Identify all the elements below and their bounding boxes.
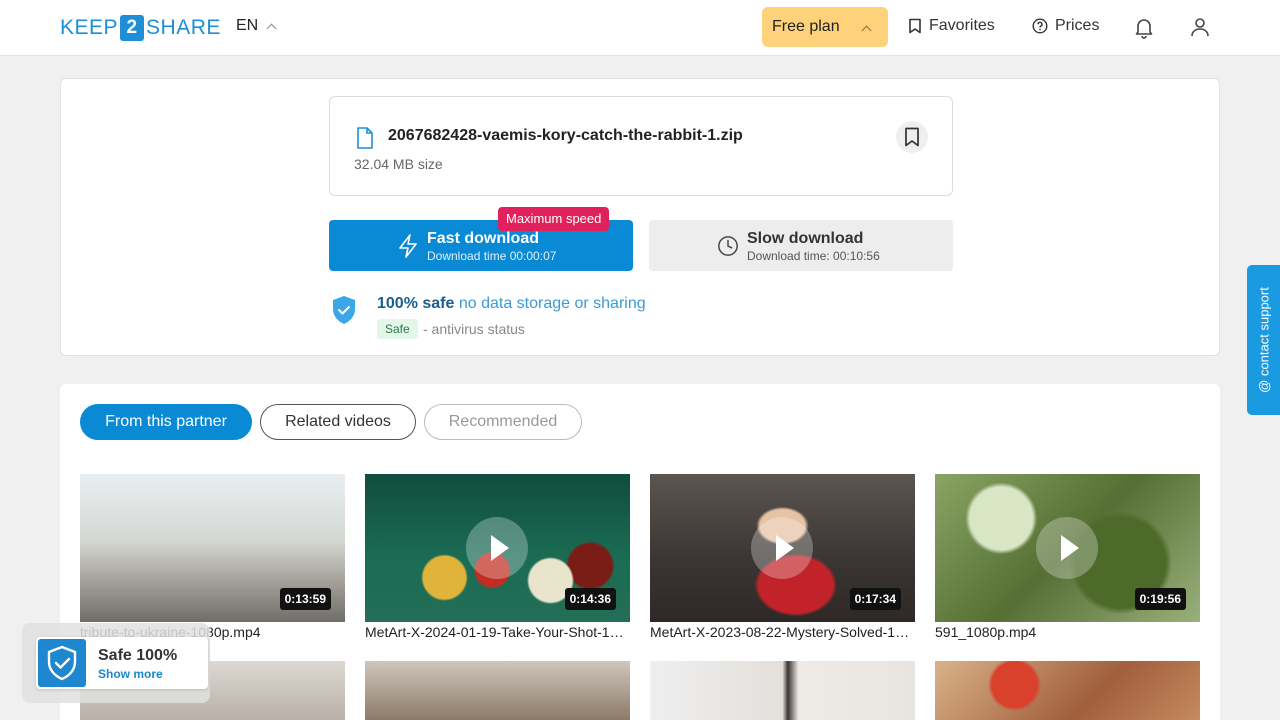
top-header: KEEP 2 SHARE EN Free plan Favorites Prices <box>0 0 1280 56</box>
maximum-speed-badge: Maximum speed <box>498 207 610 231</box>
video-thumbnail[interactable] <box>365 661 630 720</box>
video-thumbnail[interactable] <box>935 661 1200 720</box>
shield-icon-box <box>38 639 86 687</box>
video-thumbnail[interactable] <box>650 661 915 720</box>
safe-status-badge: Safe <box>377 319 418 339</box>
language-label: EN <box>236 17 259 34</box>
lightning-icon <box>399 234 417 258</box>
slow-download-button[interactable]: Slow download Download time: 00:10:56 <box>649 220 953 271</box>
site-logo[interactable]: KEEP 2 SHARE <box>60 15 221 41</box>
bookmark-icon <box>909 18 921 34</box>
fast-download-time: Download time 00:00:07 <box>427 249 557 263</box>
play-icon <box>751 517 813 579</box>
bell-icon[interactable] <box>1132 15 1156 39</box>
safety-statement: 100% safe no data storage or sharing <box>377 295 646 312</box>
play-icon <box>466 517 528 579</box>
help-circle-icon <box>1032 18 1048 34</box>
file-size: 32.04 MB size <box>354 156 443 172</box>
contact-support-tab[interactable]: @ contact support <box>1247 265 1280 415</box>
chevron-up-icon <box>861 25 872 36</box>
prices-link[interactable]: Prices <box>1032 17 1099 35</box>
shield-check-icon <box>333 296 355 324</box>
download-card: 2067682428-vaemis-kory-catch-the-rabbit-… <box>60 78 1220 356</box>
clock-icon <box>718 236 738 256</box>
fast-download-title: Fast download <box>427 230 539 247</box>
video-duration: 0:13:59 <box>279 588 331 610</box>
file-info-box: 2067682428-vaemis-kory-catch-the-rabbit-… <box>329 96 953 196</box>
bookmark-icon <box>905 127 919 147</box>
file-name: 2067682428-vaemis-kory-catch-the-rabbit-… <box>388 127 743 144</box>
video-title[interactable]: MetArt-X-2023-08-22-Mystery-Solved-1080p… <box>650 624 915 640</box>
tab-recommended[interactable]: Recommended <box>424 404 582 440</box>
show-more-link[interactable]: Show more <box>98 667 163 681</box>
slow-download-time: Download time: 00:10:56 <box>747 249 880 263</box>
language-selector[interactable]: EN <box>236 17 277 35</box>
chevron-up-icon <box>266 23 277 33</box>
favorites-link[interactable]: Favorites <box>908 17 995 35</box>
tab-from-this-partner[interactable]: From this partner <box>80 404 252 440</box>
slow-download-title: Slow download <box>747 230 864 247</box>
shield-check-icon <box>47 645 77 681</box>
video-duration: 0:14:36 <box>564 588 616 610</box>
video-thumbnail[interactable]: 0:13:59 <box>80 474 345 622</box>
play-icon <box>1036 517 1098 579</box>
antivirus-status-label: - antivirus status <box>423 321 525 337</box>
free-plan-button[interactable]: Free plan <box>762 7 888 47</box>
video-thumbnail[interactable]: 0:14:36 <box>365 474 630 622</box>
user-icon[interactable] <box>1188 15 1212 39</box>
add-favorite-button[interactable] <box>896 121 928 153</box>
video-thumbnail[interactable]: 0:17:34 <box>650 474 915 622</box>
file-icon <box>357 127 373 149</box>
video-duration: 0:17:34 <box>849 588 901 610</box>
video-duration: 0:19:56 <box>1134 588 1186 610</box>
tab-related-videos[interactable]: Related videos <box>260 404 416 440</box>
safe-badge-widget[interactable]: Safe 100% Show more <box>22 623 210 703</box>
video-title[interactable]: 591_1080p.mp4 <box>935 624 1200 640</box>
safe-badge-card: Safe 100% Show more <box>36 637 208 689</box>
safe-widget-title: Safe 100% <box>98 647 178 664</box>
video-thumbnail[interactable]: 0:19:56 <box>935 474 1200 622</box>
video-title[interactable]: MetArt-X-2024-01-19-Take-Your-Shot-1080p… <box>365 624 630 640</box>
